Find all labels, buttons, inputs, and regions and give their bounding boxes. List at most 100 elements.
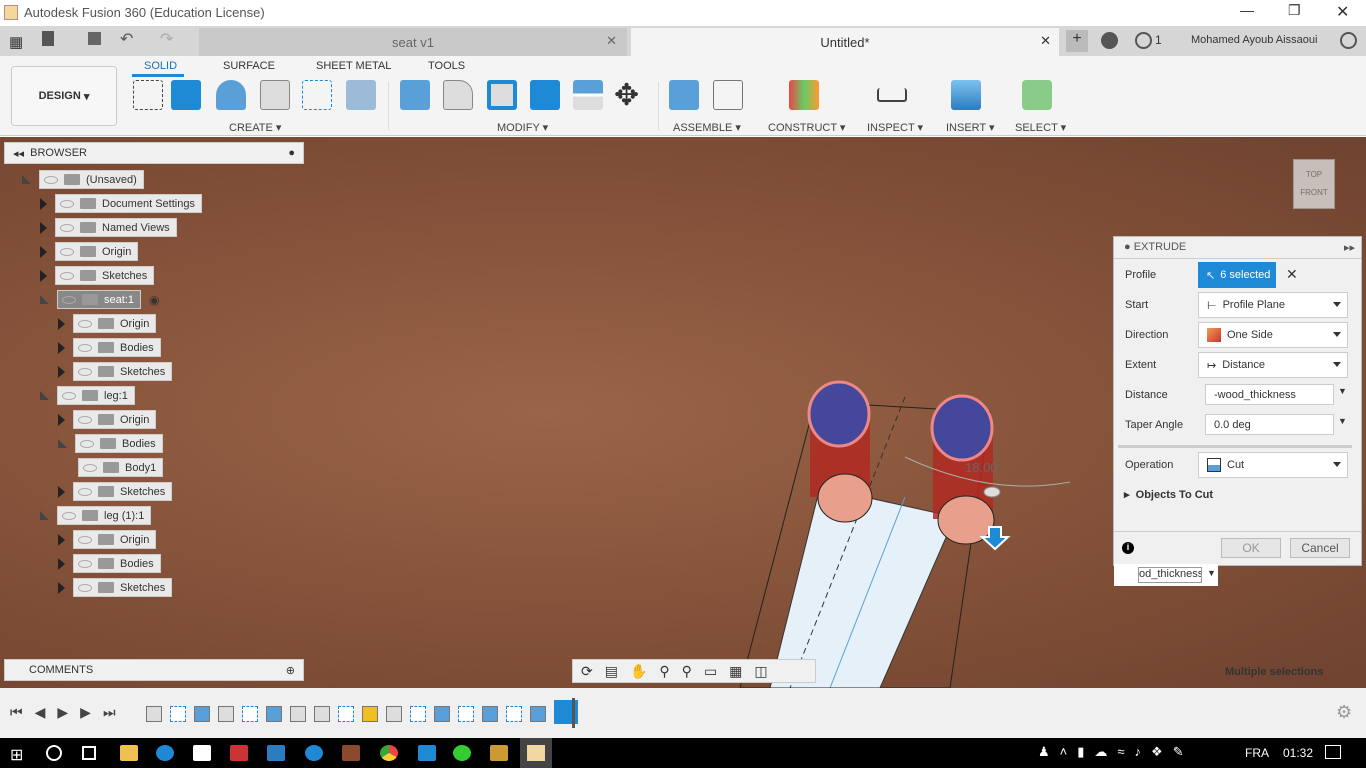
create-form-icon[interactable]	[346, 80, 376, 110]
visibility-eye-icon[interactable]	[60, 271, 74, 280]
visibility-eye-icon[interactable]	[83, 463, 97, 472]
timeline-feature-body[interactable]	[146, 706, 162, 722]
maximize-button[interactable]: ❐	[1288, 2, 1301, 19]
browser-node-box[interactable]: Origin	[73, 410, 157, 429]
workspace-switcher[interactable]: DESIGN ▾	[11, 66, 117, 126]
timeline-settings-icon[interactable]: ⚙	[1336, 702, 1352, 723]
inline-dropdown[interactable]: ▼	[1207, 568, 1216, 578]
close-window-button[interactable]: ✕	[1336, 2, 1349, 22]
visibility-eye-icon[interactable]	[78, 367, 92, 376]
redo-icon[interactable]: ↷	[160, 29, 173, 49]
expand-arrow-icon[interactable]	[40, 197, 47, 210]
clock[interactable]: 01:32	[1283, 746, 1313, 760]
tab-sheet-metal[interactable]: SHEET METAL	[316, 60, 391, 72]
browser-node[interactable]: Document Settings	[40, 194, 202, 213]
start-select[interactable]: ⊢ Profile Plane	[1198, 292, 1348, 318]
timeline-feature-extrude[interactable]	[266, 706, 282, 722]
app-tool-icon[interactable]	[490, 745, 508, 761]
browser-node-box[interactable]: (Unsaved)	[39, 170, 144, 189]
profile-selection-button[interactable]: ↖ 6 selected	[1198, 262, 1276, 288]
browser-node[interactable]: Body1	[78, 458, 164, 477]
select-menu[interactable]: SELECT ▾	[1015, 121, 1066, 134]
language-indicator[interactable]: FRA	[1245, 746, 1269, 760]
timeline-feature-sketch[interactable]	[410, 706, 426, 722]
zoom-icon[interactable]: ⚲	[659, 663, 669, 680]
close-tab-icon[interactable]: ✕	[606, 33, 617, 49]
inline-distance-input[interactable]: od_thickness	[1138, 567, 1202, 583]
angle-handle[interactable]	[983, 486, 1001, 498]
inspect-menu[interactable]: INSPECT ▾	[867, 121, 923, 134]
browser-node[interactable]: (Unsaved)	[22, 170, 144, 189]
browser-node[interactable]: Origin	[58, 314, 157, 333]
browser-node[interactable]: Named Views	[40, 218, 177, 237]
direction-select[interactable]: One Side	[1198, 322, 1348, 348]
user-account[interactable]: Mohamed Ayoub Aissaoui	[1191, 34, 1317, 46]
browser-node-box[interactable]: leg (1):1	[57, 506, 152, 525]
collapse-arrow-icon[interactable]	[22, 175, 31, 184]
tab-solid[interactable]: SOLID	[144, 60, 177, 72]
offset-plane-icon[interactable]	[789, 80, 819, 110]
browser-node[interactable]: Bodies	[58, 554, 161, 573]
expand-arrow-icon[interactable]	[40, 245, 47, 258]
move-icon[interactable]: ✥	[614, 78, 639, 113]
file-explorer-icon[interactable]	[120, 745, 138, 761]
browser-node-box[interactable]: Body1	[78, 458, 164, 477]
browser-node-box[interactable]: Sketches	[73, 362, 173, 381]
shell-icon[interactable]	[487, 80, 517, 110]
combine-icon[interactable]	[530, 80, 560, 110]
viewcube[interactable]: TOP FRONT	[1293, 159, 1335, 209]
browser-node[interactable]: seat:1 ◉	[40, 290, 159, 309]
mail-icon[interactable]	[267, 745, 285, 761]
browser-node-box[interactable]: Bodies	[73, 338, 161, 357]
new-tab-button[interactable]: +	[1066, 30, 1088, 52]
step-back-icon[interactable]: ◀	[35, 704, 46, 721]
skype-icon[interactable]	[305, 745, 323, 761]
visibility-eye-icon[interactable]	[78, 319, 92, 328]
insert-image-icon[interactable]	[951, 80, 981, 110]
collapse-browser-icon[interactable]: ●	[288, 147, 295, 159]
expand-arrow-icon[interactable]	[58, 533, 65, 546]
fusion-taskbar-active[interactable]	[520, 738, 552, 768]
display-settings-icon[interactable]: ▭	[704, 663, 717, 680]
start-icon[interactable]: ⊞	[10, 745, 23, 765]
app-grid-icon[interactable]: ▦	[9, 33, 23, 51]
edge-icon[interactable]	[156, 745, 174, 761]
browser-node-box[interactable]: seat:1	[57, 290, 141, 309]
visibility-eye-icon[interactable]	[78, 535, 92, 544]
modify-menu[interactable]: MODIFY ▾	[497, 121, 548, 134]
expand-arrow-icon[interactable]	[58, 485, 65, 498]
expand-arrow-icon[interactable]	[58, 365, 65, 378]
measure-icon[interactable]	[877, 88, 907, 102]
create-sketch-icon[interactable]	[133, 80, 163, 110]
viewcube-front[interactable]: FRONT	[1300, 188, 1328, 197]
activate-component-icon[interactable]: ◉	[149, 293, 159, 307]
browser-node-box[interactable]: Origin	[73, 314, 157, 333]
store-icon[interactable]	[193, 745, 211, 761]
collapse-arrow-icon[interactable]	[40, 391, 49, 400]
visibility-eye-icon[interactable]	[60, 247, 74, 256]
browser-node-box[interactable]: Sketches	[73, 482, 173, 501]
timeline-feature-sketch[interactable]	[242, 706, 258, 722]
expand-arrow-icon[interactable]	[58, 413, 65, 426]
create-menu[interactable]: CREATE ▾	[229, 121, 281, 134]
visibility-eye-icon[interactable]	[78, 415, 92, 424]
timeline-feature-sketch[interactable]	[170, 706, 186, 722]
visibility-eye-icon[interactable]	[62, 295, 76, 304]
browser-node-box[interactable]: Origin	[55, 242, 139, 261]
task-view-icon[interactable]	[82, 746, 96, 760]
go-to-start-icon[interactable]: ⏮	[10, 704, 23, 721]
browser-node[interactable]: leg:1	[40, 386, 135, 405]
revolve-icon[interactable]	[216, 80, 246, 110]
search-icon[interactable]	[46, 745, 62, 761]
tab-tools[interactable]: TOOLS	[428, 60, 465, 72]
orbit-icon[interactable]: ⟳	[581, 663, 593, 680]
pattern-icon[interactable]	[302, 80, 332, 110]
browser-node[interactable]: Sketches	[58, 362, 173, 381]
save-icon[interactable]	[88, 32, 101, 45]
timeline-feature-extrude[interactable]	[434, 706, 450, 722]
visibility-eye-icon[interactable]	[80, 439, 94, 448]
collapse-arrow-icon[interactable]	[40, 295, 49, 304]
visibility-eye-icon[interactable]	[60, 199, 74, 208]
gift-app-icon[interactable]	[230, 745, 248, 761]
insert-menu[interactable]: INSERT ▾	[946, 121, 995, 134]
